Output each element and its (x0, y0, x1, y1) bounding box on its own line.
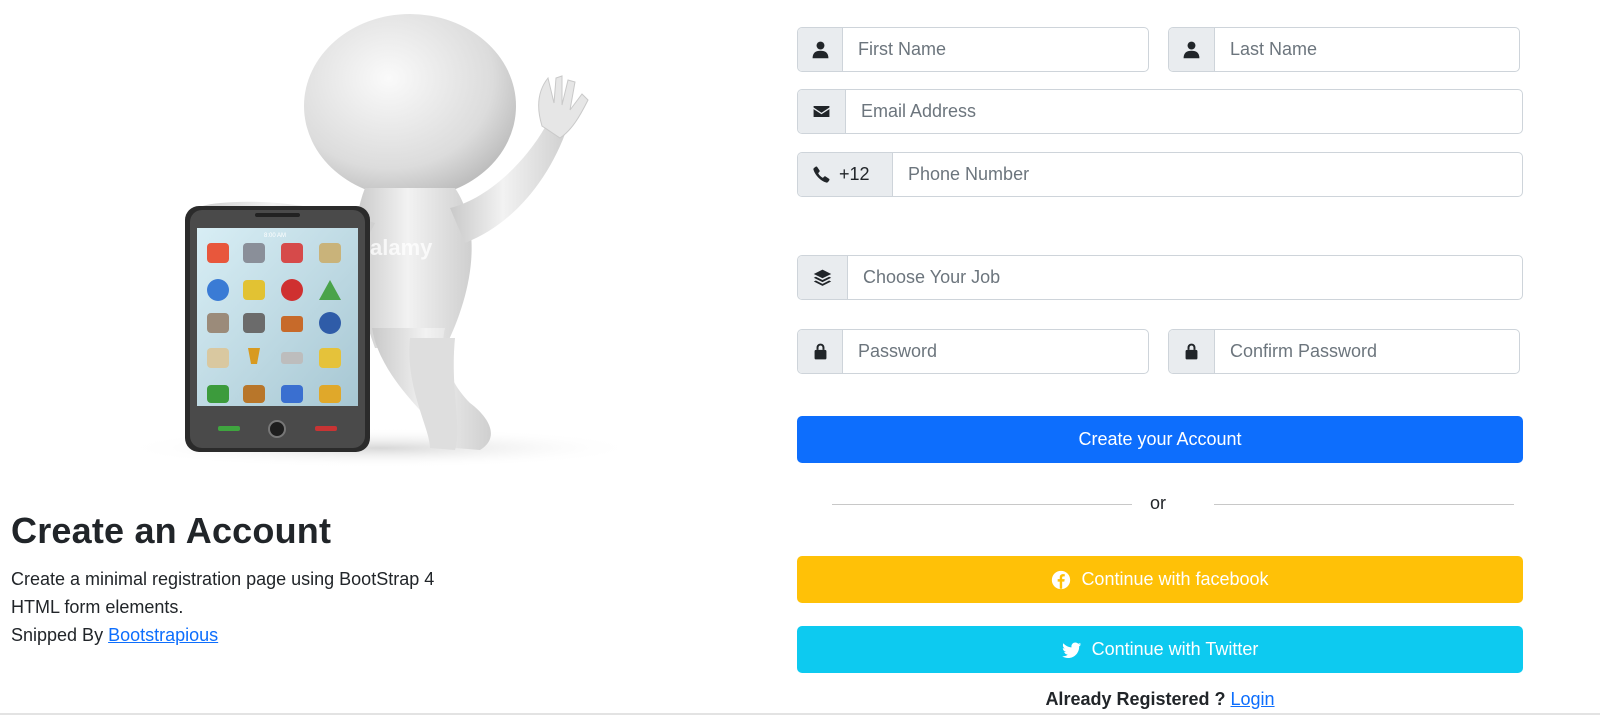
confirm-password-input[interactable] (1215, 330, 1519, 373)
job-group (797, 255, 1523, 300)
or-divider: or (832, 493, 1517, 513)
create-account-button[interactable]: Create your Account (797, 416, 1523, 463)
first-name-group (797, 27, 1149, 72)
facebook-button-label: Continue with facebook (1081, 569, 1269, 589)
user-icon (1169, 28, 1215, 71)
phone-input[interactable] (893, 153, 1522, 196)
bootstrapious-link[interactable]: Bootstrapious (108, 625, 218, 645)
page-title: Create an Account (11, 510, 332, 551)
user-icon (798, 28, 843, 71)
lock-icon (798, 330, 843, 373)
email-group (797, 89, 1523, 134)
description-line-1: Create a minimal registration page using… (11, 569, 435, 589)
divider-line-right (1214, 504, 1514, 505)
twitter-button[interactable]: Continue with Twitter (797, 626, 1523, 673)
email-input[interactable] (846, 90, 1522, 133)
phone-prefix-addon: +12 (798, 153, 893, 196)
or-text: or (1150, 493, 1167, 513)
snipped-by-label: Snipped By (11, 625, 104, 645)
description-line-2: HTML form elements. (11, 597, 184, 617)
confirm-password-group (1168, 329, 1520, 374)
lock-icon (1169, 330, 1215, 373)
layers-icon (798, 256, 848, 299)
job-select[interactable] (848, 256, 1522, 299)
password-group (797, 329, 1149, 374)
country-code: +12 (839, 164, 870, 184)
facebook-button[interactable]: Continue with facebook (797, 556, 1523, 603)
twitter-icon (1061, 642, 1081, 658)
facebook-icon (1052, 570, 1071, 589)
create-account-label: Create your Account (1078, 429, 1242, 449)
envelope-icon (798, 90, 846, 133)
first-name-input[interactable] (843, 28, 1148, 71)
divider-line-left (832, 504, 1132, 505)
login-link[interactable]: Login (1231, 689, 1275, 709)
registration-form: +12 Create your Account or Continue w (797, 0, 1523, 715)
mascot-with-phone-illustration: 8:00 AM alamy (120, 14, 640, 468)
last-name-group (1168, 27, 1520, 72)
twitter-button-label: Continue with Twitter (1091, 639, 1259, 659)
password-input[interactable] (843, 330, 1148, 373)
phone-group: +12 (797, 152, 1523, 197)
already-registered-text: Already Registered ? (1045, 689, 1226, 709)
page-description: Create a minimal registration page using… (11, 565, 471, 649)
phone-time: 8:00 AM (264, 233, 286, 239)
already-registered: Already Registered ? Login (797, 689, 1523, 710)
watermark-text: alamy (370, 235, 433, 260)
credit-line: Snipped By Bootstrapious (11, 621, 471, 649)
last-name-input[interactable] (1215, 28, 1519, 71)
phone-icon (813, 166, 830, 183)
intro-panel: 8:00 AM alamy Create an Account Create a… (0, 0, 700, 715)
